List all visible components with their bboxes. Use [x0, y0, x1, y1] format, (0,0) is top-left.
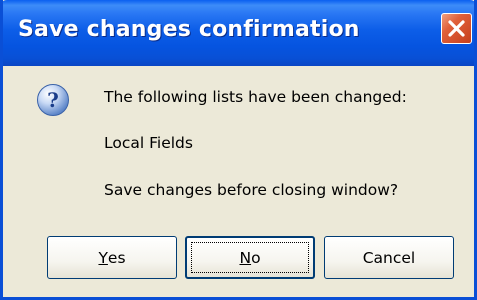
question-icon: ? — [36, 83, 70, 117]
close-button[interactable] — [441, 13, 472, 44]
cancel-button[interactable]: Cancel — [324, 236, 454, 279]
message-save-prompt: Save changes before closing window? — [104, 181, 399, 199]
dialog-window: Save changes confirmation ? The followin… — [0, 0, 477, 300]
no-label-rest: o — [251, 248, 261, 267]
no-button[interactable]: No — [185, 236, 315, 279]
close-icon — [448, 20, 465, 37]
title-bar[interactable]: Save changes confirmation — [3, 0, 474, 66]
yes-label-rest: es — [107, 248, 126, 267]
message-list-name: Local Fields — [104, 134, 193, 152]
window-title: Save changes confirmation — [18, 17, 360, 42]
message-changed-lists: The following lists have been changed: — [104, 88, 407, 106]
yes-button[interactable]: Yes — [47, 236, 177, 279]
no-accelerator: N — [239, 248, 252, 267]
svg-text:?: ? — [47, 88, 59, 112]
cancel-label: Cancel — [362, 248, 416, 267]
yes-accelerator: Y — [98, 248, 108, 267]
